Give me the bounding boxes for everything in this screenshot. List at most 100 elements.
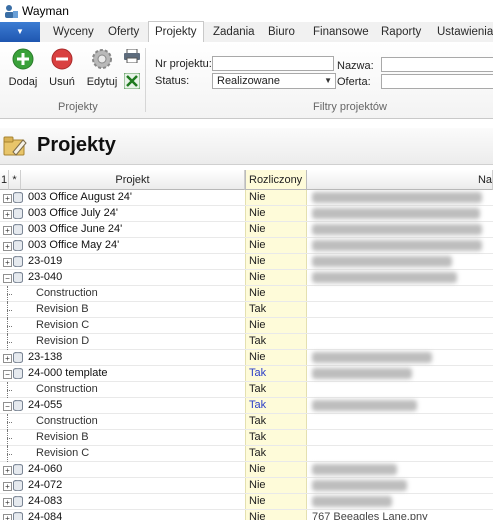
- project-name-cell: 003 Office August 24': [28, 191, 133, 203]
- child-table-row[interactable]: Construction Nie: [0, 286, 493, 302]
- remove-label: Usuń: [49, 76, 75, 88]
- name-input[interactable]: [381, 57, 493, 72]
- expand-icon[interactable]: +: [3, 482, 12, 491]
- tab-projekty[interactable]: Projekty: [148, 21, 204, 43]
- status-select-value: Realizowane: [217, 75, 280, 87]
- collapse-icon[interactable]: −: [3, 402, 12, 411]
- tree-line-branch: [7, 294, 12, 295]
- tab-wyceny[interactable]: Wyceny: [53, 22, 94, 42]
- tree-line-branch: [7, 422, 12, 423]
- tab-ustawienia[interactable]: Ustawienia: [437, 22, 493, 42]
- settled-cell: Nie: [245, 238, 307, 253]
- collapse-icon[interactable]: −: [3, 370, 12, 379]
- child-table-row[interactable]: Revision B Tak: [0, 302, 493, 318]
- chevron-down-icon: ▼: [324, 76, 332, 85]
- redacted-name-cell: [312, 368, 412, 379]
- app-menu-button[interactable]: ▼: [0, 22, 40, 42]
- redacted-name-cell: [312, 272, 457, 283]
- redacted-name-cell: [312, 208, 480, 219]
- redacted-name-cell: [312, 480, 407, 491]
- table-row[interactable]: +003 Office August 24' Nie: [0, 190, 493, 206]
- print-icon[interactable]: [124, 49, 140, 63]
- child-table-row[interactable]: Revision B Tak: [0, 430, 493, 446]
- database-icon: [13, 272, 23, 283]
- project-name-cell: Construction: [36, 287, 98, 299]
- table-row[interactable]: +24-083 Nie: [0, 494, 493, 510]
- tree-line-branch: [7, 438, 12, 439]
- folder-edit-icon: [3, 136, 27, 156]
- col-header-star[interactable]: *: [9, 170, 21, 190]
- remove-button[interactable]: Usuń: [47, 48, 77, 88]
- status-select[interactable]: Realizowane ▼: [212, 73, 336, 89]
- edit-button[interactable]: Edytuj: [85, 48, 119, 88]
- col-header-name[interactable]: Na: [307, 170, 493, 190]
- settled-cell: Tak: [245, 334, 307, 349]
- tab-zadania[interactable]: Zadania: [213, 22, 255, 42]
- expand-icon[interactable]: +: [3, 466, 12, 475]
- expand-icon[interactable]: +: [3, 498, 12, 507]
- project-name-cell: 23-019: [28, 255, 63, 267]
- expand-icon[interactable]: +: [3, 210, 12, 219]
- table-row[interactable]: +003 Office June 24' Nie: [0, 222, 493, 238]
- offer-input[interactable]: [381, 74, 493, 89]
- child-table-row[interactable]: Revision C Nie: [0, 318, 493, 334]
- add-button[interactable]: Dodaj: [7, 48, 39, 88]
- child-table-row[interactable]: Revision C Tak: [0, 446, 493, 462]
- expand-icon[interactable]: +: [3, 258, 12, 267]
- table-row[interactable]: +24-084 Nie 767 Beeagles Lane.pny: [0, 510, 493, 520]
- table-row[interactable]: +003 Office July 24' Nie: [0, 206, 493, 222]
- window-title: Wayman: [22, 4, 69, 18]
- settled-cell: Nie: [245, 350, 307, 365]
- table-row[interactable]: +003 Office May 24' Nie: [0, 238, 493, 254]
- expand-icon[interactable]: +: [3, 242, 12, 251]
- table-row[interactable]: − 23-040 Nie: [0, 270, 493, 286]
- database-icon: [13, 352, 23, 363]
- table-row[interactable]: +23-019 Nie: [0, 254, 493, 270]
- redacted-name-cell: [312, 224, 482, 235]
- project-name-cell: 003 Office June 24': [28, 223, 123, 235]
- expand-icon[interactable]: +: [3, 194, 12, 203]
- tab-finansowe[interactable]: Finansowe: [313, 22, 369, 42]
- redacted-name-cell: [312, 240, 482, 251]
- settled-cell: Nie: [245, 510, 307, 520]
- tab-oferty[interactable]: Oferty: [108, 22, 139, 42]
- edit-gear-icon: [92, 49, 112, 69]
- col-header-num[interactable]: 1: [0, 170, 9, 190]
- actions-group-label: Projekty: [58, 101, 98, 113]
- settled-cell: Nie: [245, 222, 307, 237]
- project-name-cell: Revision B: [36, 303, 89, 315]
- child-table-row[interactable]: Construction Tak: [0, 414, 493, 430]
- app-icon: [5, 5, 18, 18]
- projects-grid: 1 * Projekt Rozliczony Na +003 Office Au…: [0, 170, 493, 520]
- expand-icon[interactable]: +: [3, 354, 12, 363]
- expand-icon[interactable]: +: [3, 514, 12, 520]
- table-row[interactable]: +24-060 Nie: [0, 462, 493, 478]
- table-row[interactable]: − 24-055 Tak: [0, 398, 493, 414]
- tab-biuro[interactable]: Biuro: [268, 22, 295, 42]
- redacted-name-cell: [312, 400, 417, 411]
- tab-raporty[interactable]: Raporty: [381, 22, 421, 42]
- redacted-name-cell: [312, 256, 452, 267]
- project-name-cell: Revision C: [36, 447, 90, 459]
- project-name-cell: 003 Office May 24': [28, 239, 120, 251]
- redacted-name-cell: [312, 464, 397, 475]
- child-table-row[interactable]: Construction Tak: [0, 382, 493, 398]
- project-no-label: Nr projektu:: [155, 58, 212, 70]
- expand-icon[interactable]: +: [3, 226, 12, 235]
- child-table-row[interactable]: Revision D Tak: [0, 334, 493, 350]
- project-no-input[interactable]: [212, 56, 334, 71]
- col-header-name-label: Na: [477, 174, 492, 186]
- col-header-settled[interactable]: Rozliczony: [245, 170, 307, 190]
- project-name-cell: Construction: [36, 415, 98, 427]
- ribbon-tab-bar: ▼ Wyceny Oferty Projekty Zadania Biuro F…: [0, 21, 493, 43]
- settled-cell: Nie: [245, 270, 307, 285]
- ribbon-separator: [145, 48, 146, 112]
- table-row[interactable]: − 24-000 template Tak: [0, 366, 493, 382]
- database-icon: [13, 192, 23, 203]
- excel-icon[interactable]: [124, 73, 140, 89]
- table-row[interactable]: +23-138 Nie: [0, 350, 493, 366]
- col-header-project[interactable]: Projekt: [21, 170, 245, 190]
- tree-line-branch: [7, 454, 12, 455]
- table-row[interactable]: +24-072 Nie: [0, 478, 493, 494]
- collapse-icon[interactable]: −: [3, 274, 12, 283]
